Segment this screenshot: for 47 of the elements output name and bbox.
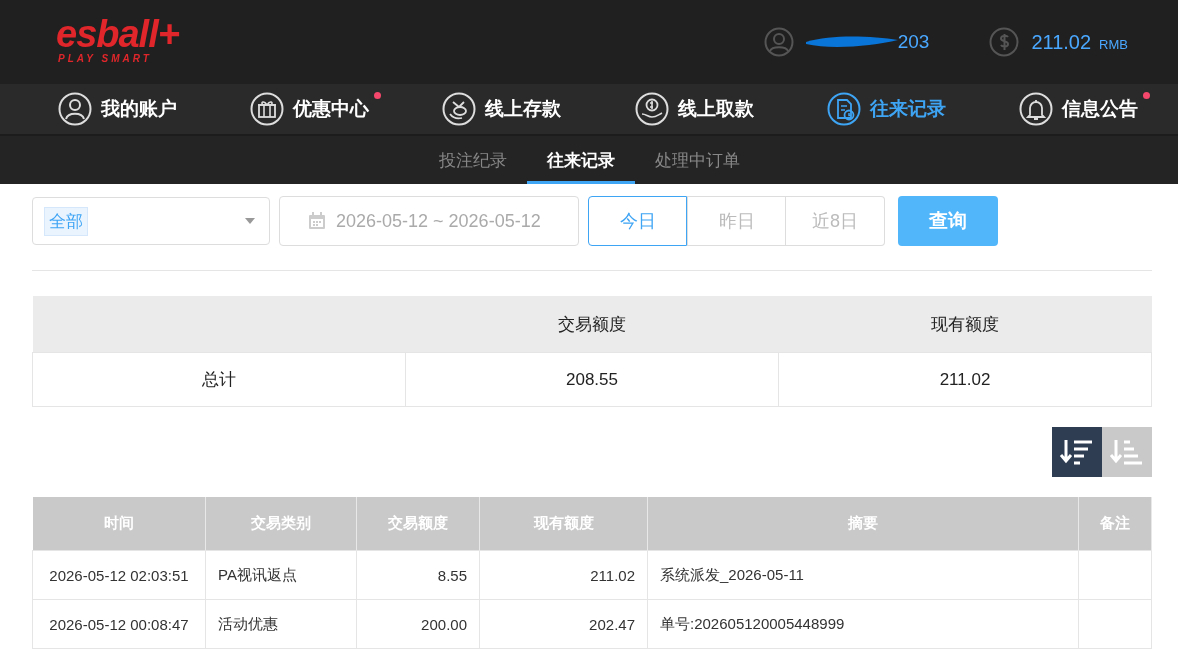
user-icon	[763, 27, 794, 57]
table-cell: 系统派发_2026-05-11	[647, 550, 1079, 600]
gift-icon	[250, 92, 285, 126]
caret-icon	[245, 218, 255, 224]
balance-amount: 211.02	[1031, 30, 1092, 54]
nav-tab[interactable]: 信息公告	[1018, 84, 1138, 134]
dollar-hand-icon	[634, 92, 669, 126]
table-cell: 208.55	[405, 352, 779, 407]
sub-tab[interactable]: 往来记录	[526, 139, 635, 184]
nav-tab[interactable]: 往来记录	[826, 84, 946, 134]
table-cell: 2026-05-12 02:03:51	[32, 550, 206, 600]
coin-hand-icon	[442, 92, 477, 126]
table-header-cell: 交易额度	[405, 296, 779, 353]
table-cell: 8.55	[356, 550, 480, 600]
type-select[interactable]: 全部	[32, 197, 270, 245]
dollar-icon	[989, 27, 1020, 57]
nav-tab[interactable]: 线上取款	[634, 84, 754, 134]
date-range-field[interactable]: 2026-05-12 ~ 2026-05-12	[279, 196, 579, 246]
person-icon	[58, 92, 92, 126]
date-range-button[interactable]: 今日	[588, 196, 687, 246]
sub-tab[interactable]: 处理中订单	[634, 139, 760, 184]
type-tag: 全部	[44, 206, 88, 236]
document-clock-icon	[826, 92, 861, 126]
currency-label: RMB	[1099, 36, 1128, 52]
table-cell: 2026-05-12 00:08:47	[32, 599, 206, 649]
nav-tab[interactable]: 我的账户	[58, 84, 177, 134]
bell-icon	[1018, 92, 1053, 126]
calendar-icon	[308, 212, 326, 230]
username: 203	[897, 31, 930, 53]
nav-tab[interactable]: 优惠中心	[250, 84, 370, 134]
table-cell: 总计	[32, 352, 406, 407]
logo[interactable]: esball+ PLAY SMART	[56, 14, 179, 64]
table-header-cell: 现有额度	[778, 296, 1152, 353]
table-cell: 202.47	[479, 599, 648, 649]
logo-tagline: PLAY SMART	[58, 52, 152, 64]
table-cell: 活动优惠	[205, 599, 357, 649]
table-cell: 单号:202605120005448999	[647, 599, 1079, 649]
nav-tab[interactable]: 线上存款	[442, 84, 562, 134]
sub-tab[interactable]: 投注纪录	[418, 139, 527, 184]
table-cell: 211.02	[479, 550, 648, 600]
sort-lines-icon	[1109, 438, 1145, 466]
logo-text: esball+	[56, 14, 179, 53]
table-cell: 200.00	[356, 599, 480, 649]
table-cell: 211.02	[778, 352, 1152, 407]
sort-descending-button[interactable]	[1052, 427, 1102, 477]
sort-lines-icon	[1059, 438, 1095, 466]
table-cell: PA视讯返点	[205, 550, 357, 600]
